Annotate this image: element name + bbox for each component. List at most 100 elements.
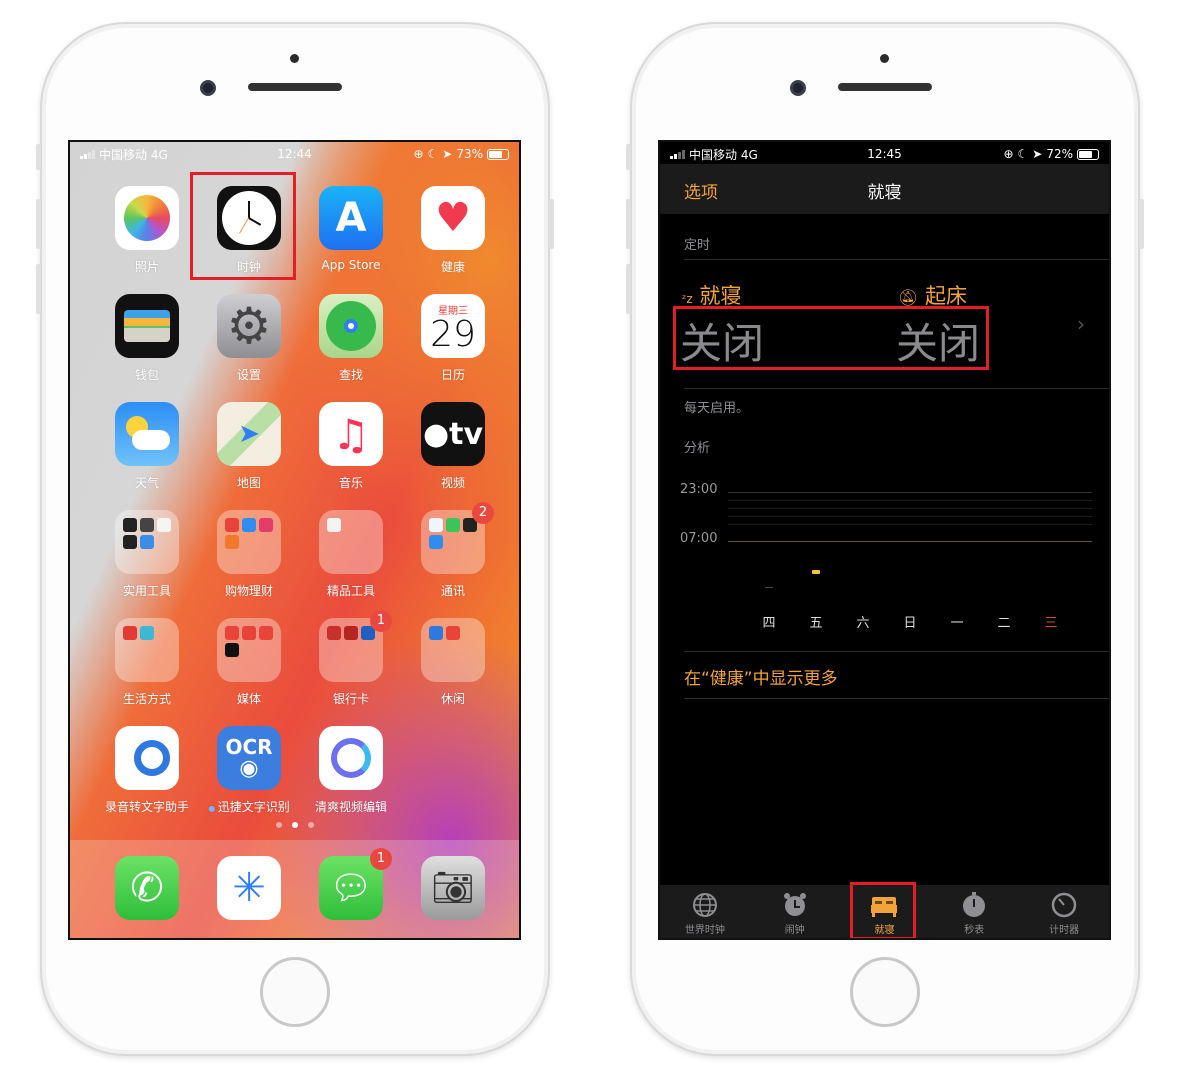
divider (684, 698, 1109, 699)
stopwatch-icon (929, 891, 1019, 919)
home-button[interactable] (260, 957, 330, 1027)
app-label-text: 迅捷文字识别 (217, 800, 290, 814)
highlight-box-schedule (673, 306, 989, 370)
day-label: 四 (762, 616, 776, 631)
signal-icon (80, 149, 95, 159)
app-10[interactable]: ➤ 地图 (204, 402, 294, 491)
front-camera (200, 80, 216, 96)
app-label: 健康 (408, 258, 498, 275)
volume-up-button (36, 199, 41, 249)
app-label: 照片 (102, 258, 192, 275)
app-label-text: 查找 (338, 368, 363, 382)
app-label-text: 地图 (236, 476, 261, 490)
app-label: 通讯 (408, 582, 498, 599)
app-23[interactable]: 清爽视频编辑 (306, 726, 396, 815)
y-tick-label: 07:00 (680, 531, 718, 546)
app-label-text: App Store (321, 258, 381, 272)
app-label-text: 购物理财 (224, 584, 273, 598)
dock-app-3[interactable]: 💬︎ 1 (306, 848, 396, 920)
app-label: 精品工具 (306, 582, 396, 599)
app-13[interactable]: 实用工具 (102, 510, 192, 599)
app-4[interactable]: ♥ 健康 (408, 186, 498, 275)
app-21[interactable]: 录音转文字助手 (102, 726, 192, 815)
page-dot[interactable] (275, 822, 282, 828)
app-15[interactable]: 精品工具 (306, 510, 396, 599)
volume-down-button (626, 264, 631, 314)
app-20[interactable]: 休闲 (408, 618, 498, 707)
section-header-schedule: 定时 (684, 238, 711, 253)
gridline (728, 492, 1092, 493)
app-18[interactable]: 媒体 (204, 618, 294, 707)
day-label: 二 (997, 616, 1011, 631)
carrier: 中国移动 4G (689, 147, 758, 162)
mini-app-icon (259, 626, 273, 640)
folder-icon (217, 618, 281, 682)
home-screen: 中国移动 4G 12:44 ⊕ ☾ ➤ 73% 照片 时钟 A App Store ♥ 健… (68, 140, 521, 940)
app-label: 设置 (204, 366, 294, 383)
battery-percent: 73% (456, 147, 483, 161)
new-app-dot: ● (208, 804, 218, 813)
app-14[interactable]: 购物理财 (204, 510, 294, 599)
app-11[interactable]: ♫ 音乐 (306, 402, 396, 491)
dock-app-4[interactable]: 📷︎ (408, 856, 498, 920)
divider (684, 388, 1109, 389)
app-label-text: 银行卡 (332, 692, 369, 706)
settings-gear-icon: ⚙ (217, 294, 281, 358)
home-button[interactable] (850, 957, 920, 1027)
page-dot[interactable] (307, 822, 314, 828)
daily-note: 每天启用。 (684, 401, 750, 416)
app-label: 查找 (306, 366, 396, 383)
app-label-text: 天气 (134, 476, 159, 490)
day-label: 六 (856, 616, 870, 631)
app-1[interactable]: 照片 (102, 186, 192, 275)
page-indicator[interactable] (70, 822, 519, 828)
mini-app-icon (242, 518, 256, 532)
app-label-text: 照片 (134, 260, 159, 274)
tab-timer[interactable]: 计时器 (1019, 885, 1109, 938)
app-label: 音乐 (306, 474, 396, 491)
app-store-icon: A (319, 186, 383, 250)
timer-icon (1019, 891, 1109, 919)
tab-alarm-clock[interactable]: 闹钟 (750, 885, 840, 938)
voice-to-text-icon (115, 726, 179, 790)
mini-app-icon (429, 518, 443, 532)
mini-app-icon (446, 518, 460, 532)
show-more-in-health-link[interactable]: 在“健康”中显示更多 (684, 664, 838, 689)
mini-app-icon (429, 535, 443, 549)
mini-app-icon (140, 518, 154, 532)
app-19[interactable]: 1 银行卡 (306, 610, 396, 707)
sleep-bar (812, 570, 820, 574)
app-12[interactable]: ●tv 视频 (408, 402, 498, 491)
dock-app-2[interactable]: ✳ (204, 856, 294, 920)
app-label: 实用工具 (102, 582, 192, 599)
app-6[interactable]: ⚙ 设置 (204, 294, 294, 383)
ocr-text: OCR (225, 735, 273, 759)
earpiece-speaker (248, 83, 342, 91)
app-16[interactable]: 2 通讯 (408, 502, 498, 599)
battery-percent: 72% (1046, 147, 1073, 161)
app-3[interactable]: A App Store (306, 186, 396, 272)
app-label-text: 钱包 (134, 368, 159, 382)
app-8[interactable]: 星期三 29 日历 (408, 294, 498, 383)
bedtime-screen: 中国移动 4G 12:45 ⊕ ☾ ➤ 72% 选项 就寝 定时 ᶻz 就寝 关… (658, 140, 1111, 940)
bedtime-label: 就寝 (699, 284, 742, 308)
minor-gridline (728, 500, 1092, 501)
app-7[interactable]: 查找 (306, 294, 396, 383)
app-label-text: 通讯 (440, 584, 465, 598)
app-label: 地图 (204, 474, 294, 491)
tab-stopwatch[interactable]: 秒表 (929, 885, 1019, 938)
app-label-text: 实用工具 (122, 584, 171, 598)
location-icon: ➤ (442, 147, 453, 161)
app-label: ● 迅捷文字识别 (204, 798, 294, 815)
signal-icon (670, 149, 685, 159)
tab-globe[interactable]: 世界时钟 (660, 885, 750, 938)
app-22[interactable]: OCR ◉ ● 迅捷文字识别 (204, 726, 294, 815)
app-9[interactable]: 天气 (102, 402, 192, 491)
app-17[interactable]: 生活方式 (102, 618, 192, 707)
app-5[interactable]: 钱包 (102, 294, 192, 383)
alarm-clock-icon (750, 891, 840, 919)
folder-icon (217, 510, 281, 574)
page-dot[interactable] (291, 822, 298, 828)
dock-app-1[interactable]: ✆ (102, 856, 192, 920)
app-label-text: 健康 (440, 260, 465, 274)
